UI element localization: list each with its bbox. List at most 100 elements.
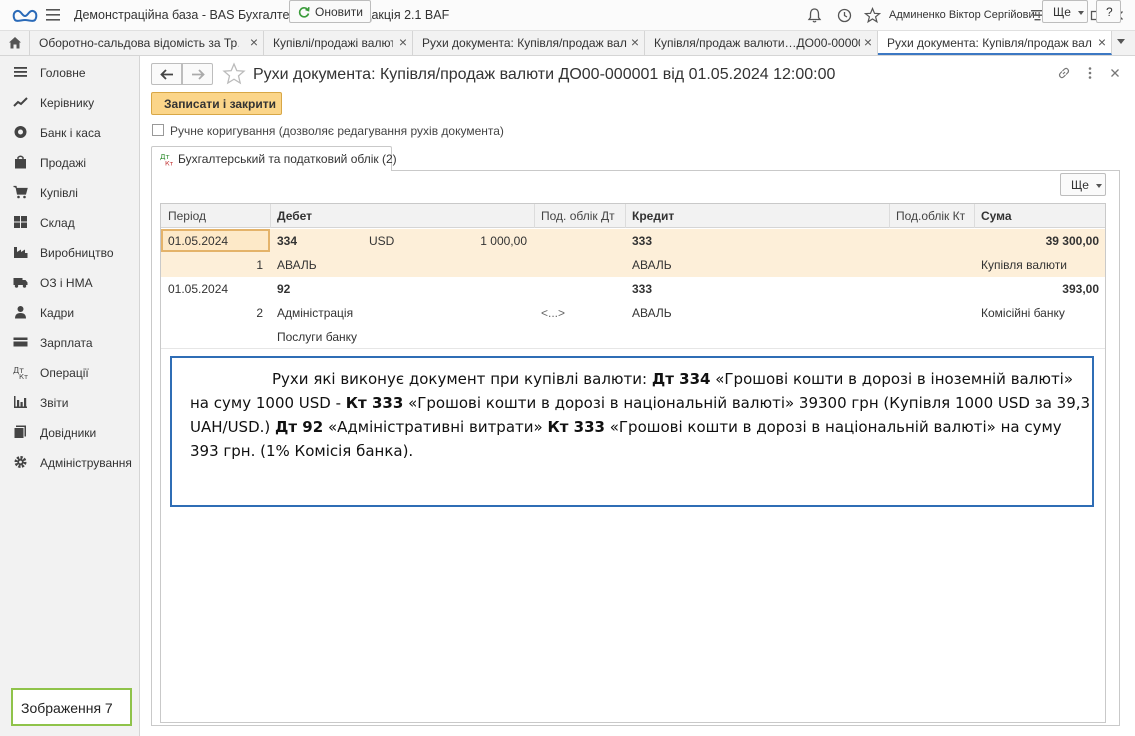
annotation-text: «Грошові кошти в дорозі в національній в… [604, 418, 1062, 436]
tab-currency-document[interactable]: Купівля/продаж валюти…ДО00-000001 × [645, 31, 878, 55]
annotation-account: Дт 334 [651, 370, 711, 388]
tab-label: Рухи документа: Купівля/продаж вал… [422, 36, 627, 50]
sidebar-item-main[interactable]: Головне [0, 57, 139, 87]
sidebar-item-label: Купівлі [40, 186, 78, 200]
forward-button[interactable] [182, 63, 213, 85]
gear-icon [14, 456, 27, 468]
refresh-button[interactable]: Оновити [289, 0, 371, 23]
column-divider [889, 204, 890, 228]
sidebar-item-fixed-assets[interactable]: ОЗ і НМА [0, 267, 139, 297]
sidebar-item-bank[interactable]: Банк і каса [0, 117, 139, 147]
manual-edit-checkbox[interactable] [152, 124, 164, 136]
arrow-left-icon [160, 69, 173, 80]
column-header-period[interactable]: Період [168, 209, 206, 223]
sidebar-item-label: Адміністрування [40, 456, 132, 470]
tab-close-icon[interactable]: × [250, 35, 258, 49]
tab-close-icon[interactable]: × [864, 35, 872, 49]
more-label: Ще [1053, 5, 1071, 19]
column-header-credit[interactable]: Кредит [632, 209, 674, 223]
row-debit-account: 334 [277, 234, 298, 248]
chevron-down-icon [1096, 184, 1102, 188]
wallet-icon [13, 337, 28, 347]
table-more-button[interactable]: Ще [1060, 173, 1106, 196]
tab-accounting-tax[interactable]: Дт Кт Бухгалтерський та податковий облік… [151, 146, 397, 171]
sidebar-item-administration[interactable]: Адміністрування [0, 447, 139, 477]
sidebar-item-warehouse[interactable]: Склад [0, 207, 139, 237]
tab-close-icon[interactable]: × [631, 35, 639, 49]
more-vertical-icon[interactable] [1083, 66, 1097, 80]
hamburger-menu-icon[interactable] [46, 9, 60, 21]
link-icon[interactable] [1057, 66, 1071, 80]
back-button[interactable] [151, 63, 182, 85]
sidebar-item-label: Звіти [40, 396, 69, 410]
sidebar-item-sales[interactable]: Продажі [0, 147, 139, 177]
sidebar-item-salary[interactable]: Зарплата [0, 327, 139, 357]
page-title: Рухи документа: Купівля/продаж валюти ДО… [253, 66, 836, 83]
annotation-line-1: Рухи які виконує документ при купівлі ва… [272, 370, 1073, 388]
home-tab[interactable] [0, 31, 30, 55]
books-icon [13, 425, 26, 439]
sidebar-item-label: Зарплата [40, 336, 93, 350]
help-button[interactable]: ? [1096, 0, 1121, 23]
column-header-debit[interactable]: Дебет [277, 209, 312, 223]
home-icon [9, 37, 21, 49]
favorite-star-icon[interactable] [222, 62, 246, 86]
row-debit-subconto: АВАЛЬ [277, 258, 317, 272]
row-content: Купівля валюти [981, 258, 1067, 272]
tab-document-movements-1[interactable]: Рухи документа: Купівля/продаж вал… × [413, 31, 645, 55]
row-number: 1 [256, 258, 263, 272]
tab-currency-purchases[interactable]: Купівлі/продажі валюти × [264, 31, 413, 55]
refresh-label: Оновити [315, 5, 363, 19]
bell-icon[interactable] [806, 7, 823, 24]
tab-document-movements-active[interactable]: Рухи документа: Купівля/продаж вал… × [878, 31, 1112, 55]
sidebar-item-hr[interactable]: Кадри [0, 297, 139, 327]
sidebar-item-reports[interactable]: Звіти [0, 387, 139, 417]
row-credit-subconto: АВАЛЬ [632, 306, 672, 320]
manual-edit-label: Ручне коригування (дозволяє редагування … [170, 124, 504, 138]
tab-close-icon[interactable]: × [399, 35, 407, 49]
help-label: ? [1106, 5, 1113, 19]
history-icon[interactable] [836, 7, 853, 24]
truck-icon [13, 278, 28, 288]
more-label: Ще [1071, 178, 1089, 192]
factory-icon [14, 247, 28, 258]
tab-turnover-balance[interactable]: Оборотно-сальдова відомість за Тр… × [30, 31, 264, 55]
coin-icon [14, 126, 27, 138]
row-sum: 39 300,00 [1045, 234, 1099, 248]
column-header-tax-credit[interactable]: Под.облік Кт [896, 209, 965, 223]
sidebar-item-label: Операції [40, 366, 89, 380]
favorite-star-icon[interactable] [864, 7, 881, 24]
sidebar-item-catalogs[interactable]: Довідники [0, 417, 139, 447]
close-form-icon[interactable] [1108, 66, 1122, 80]
row-debit-subconto-2: Послуги банку [277, 330, 357, 344]
annotation-line-4: 393 грн. (1% Комісія банка). [190, 442, 414, 460]
row-content: Комісійні банку [981, 306, 1065, 320]
tabs-more-chevron-icon[interactable] [1117, 39, 1125, 44]
save-and-close-button[interactable]: Записати і закрити [151, 92, 282, 115]
sidebar-item-purchases[interactable]: Купівлі [0, 177, 139, 207]
annotation-text: UAH/USD.) [190, 418, 276, 436]
more-button[interactable]: Ще [1042, 0, 1088, 23]
annotation-line-3: UAH/USD.) Дт 92 «Адміністративні витрати… [190, 418, 1062, 436]
sidebar-item-label: Головне [40, 66, 86, 80]
column-header-sum[interactable]: Сума [981, 209, 1012, 223]
row-period: 01.05.2024 [168, 234, 229, 248]
row-credit-account: 333 [632, 234, 653, 248]
annotation-line-2: на суму 1000 USD - Кт 333 «Грошові кошти… [190, 394, 1090, 412]
tab-close-icon[interactable]: × [1098, 35, 1106, 49]
sidebar-item-label: Кадри [40, 306, 75, 320]
image-caption-label: Зображення 7 [11, 688, 132, 726]
column-header-tax-debit[interactable]: Под. облік Дт [541, 209, 615, 223]
annotation-text: «Грошові кошти в дорозі в іноземній валю… [710, 370, 1074, 388]
bar-chart-icon [14, 396, 27, 408]
tab-label: Оборотно-сальдова відомість за Тр… [39, 36, 239, 50]
annotation-account: Кт 333 [345, 394, 404, 412]
sidebar-item-production[interactable]: Виробництво [0, 237, 139, 267]
operations-icon: Дт Кт [160, 153, 173, 166]
user-name[interactable]: Админенко Віктор Сергійович [889, 9, 1040, 21]
tab-label: Бухгалтерський та податковий облік (2) [178, 152, 397, 166]
sidebar-item-manager[interactable]: Керівнику [0, 87, 139, 117]
row-debit-currency: USD [369, 234, 395, 248]
svg-text:Кт: Кт [19, 373, 28, 379]
sidebar-item-operations[interactable]: Дт Кт Операції [0, 357, 139, 387]
